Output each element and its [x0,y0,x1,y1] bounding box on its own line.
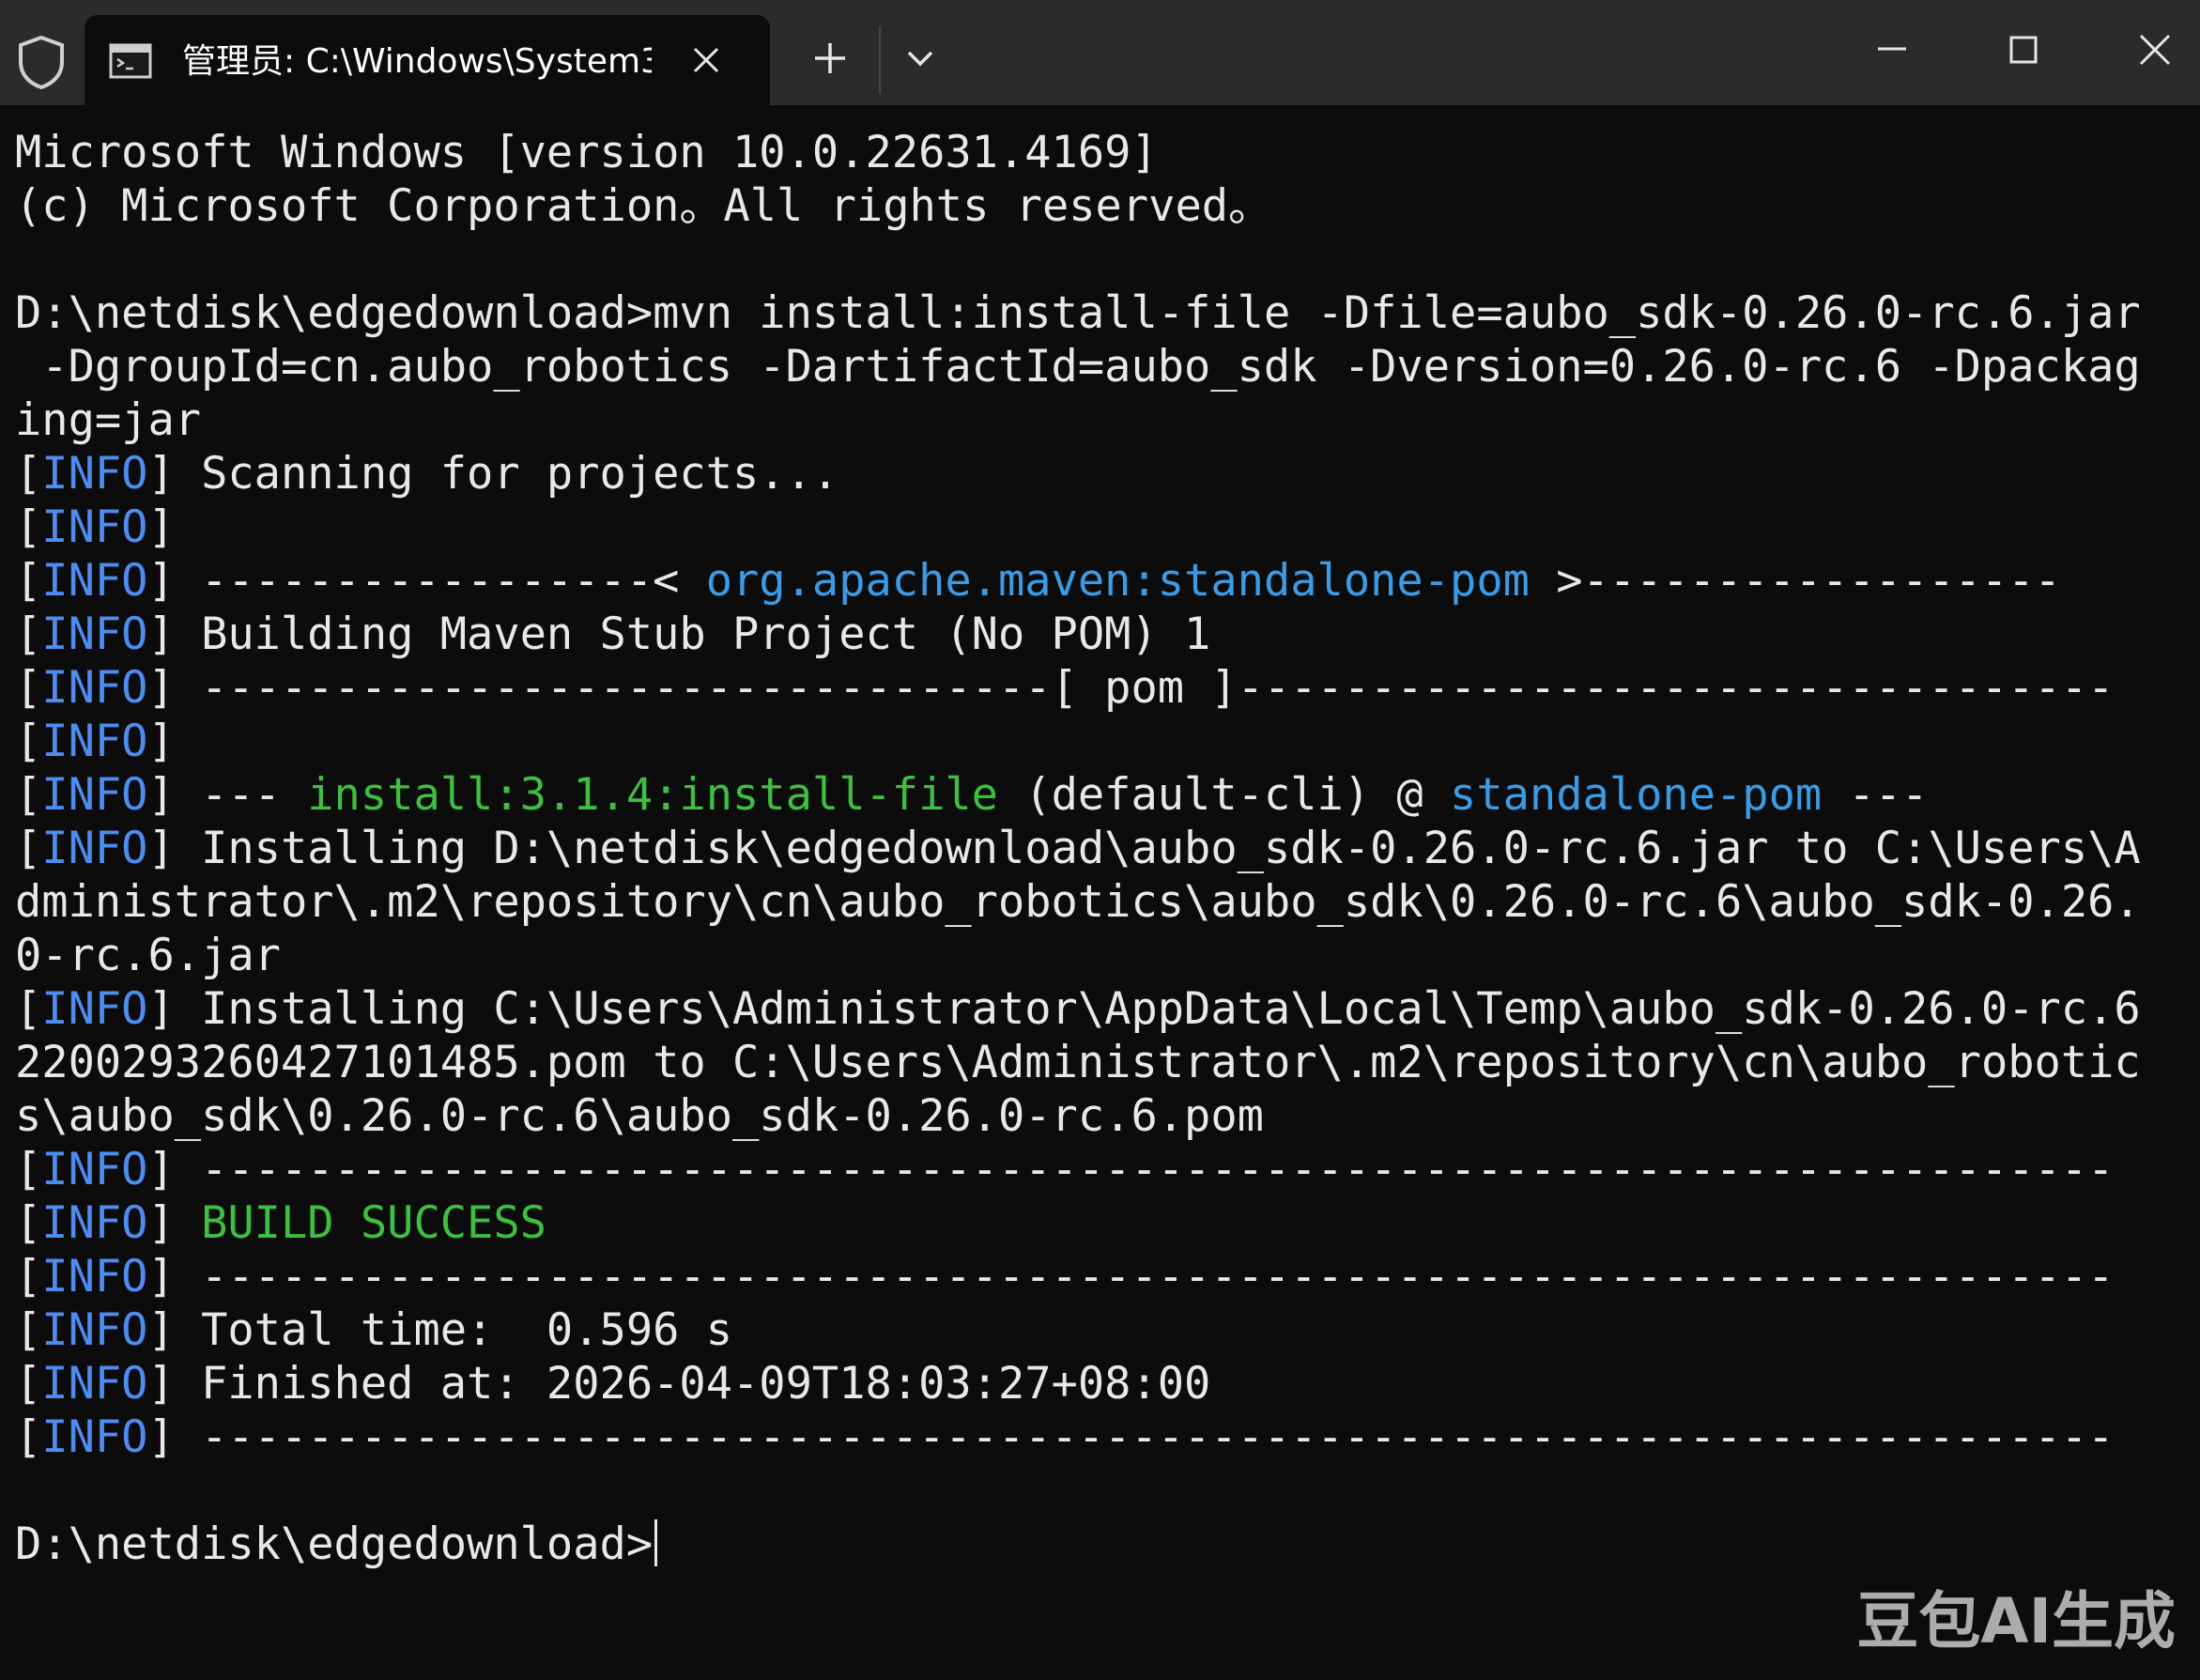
minimize-icon[interactable] [1869,28,1915,75]
maximize-icon[interactable] [2000,28,2047,75]
terminal-line: [INFO] Total time: 0.596 s [15,1304,733,1356]
shield-icon [19,35,64,90]
terminal-line: [INFO] -----------------< org.apache.mav… [15,555,2061,607]
terminal-line: -DgroupId=cn.aubo_robotics -DartifactId=… [15,341,2141,393]
terminal-line: [INFO] Building Maven Stub Project (No P… [15,609,1211,660]
cmd-icon [109,43,152,79]
terminal-line: [INFO] ---------------------------------… [15,1411,2115,1463]
terminal-line: s\aubo_sdk\0.26.0-rc.6\aubo_sdk-0.26.0-r… [15,1090,1264,1142]
terminal-line: dministrator\.m2\repository\cn\aubo_robo… [15,876,2141,928]
terminal-line: 22002932604271014‌85.pom to C:\Users\Adm… [15,1037,2141,1088]
terminal-line: Microsoft Windows [version 10.0.22631.41… [15,127,1158,178]
terminal-line: [INFO] [15,501,175,553]
text-cursor [654,1519,658,1566]
terminal-line: [INFO] Finished at: 2026-04-09T18:03:27+… [15,1358,1211,1410]
terminal-line: [INFO] ---------------------------------… [15,1144,2115,1195]
terminal-line: [INFO] Installing C:\Users\Administrator… [15,983,2141,1035]
titlebar-divider [879,26,881,94]
close-icon[interactable] [685,39,727,81]
title-bar: 管理员: C:\Windows\System32\cmd.exe [0,0,2200,105]
chevron-down-icon[interactable] [901,41,939,75]
close-icon[interactable] [2131,28,2178,75]
terminal-line: [INFO] ---------------------------------… [15,1251,2115,1302]
build-success-text: BUILD SUCCESS [174,1197,546,1249]
terminal-line: [INFO] --------------------------------[… [15,662,2115,714]
tab-cmd[interactable]: 管理员: C:\Windows\System32\cmd.exe [85,15,770,105]
terminal-output[interactable]: Microsoft Windows [version 10.0.22631.41… [15,126,2184,1591]
terminal-line: [INFO] BUILD SUCCESS [15,1197,546,1249]
terminal-line: [INFO] [15,716,175,767]
terminal-window: 管理员: C:\Windows\System32\cmd.exe Microso… [0,0,2200,1680]
watermark: 豆包AI生成 [1856,1585,2176,1657]
terminal-line: ing=jar [15,394,202,446]
terminal-line: D:\netdisk\edgedownload>mvn install:inst… [15,287,2141,339]
plus-icon[interactable] [809,38,851,79]
terminal-line: (c) Microsoft Corporation。All rights res… [15,180,1273,232]
terminal-prompt-line[interactable]: D:\netdisk\edgedownload> [15,1518,2184,1571]
terminal-line: [INFO] Installing D:\netdisk\edgedownloa… [15,823,2141,874]
terminal-line: [INFO] --- install:3.1.4:install-file (d… [15,769,1929,821]
terminal-line: 0-rc.6.jar [15,930,281,981]
tab-title: 管理员: C:\Windows\System32\cmd.exe [182,42,652,81]
terminal-line: [INFO] Scanning for projects... [15,448,839,500]
